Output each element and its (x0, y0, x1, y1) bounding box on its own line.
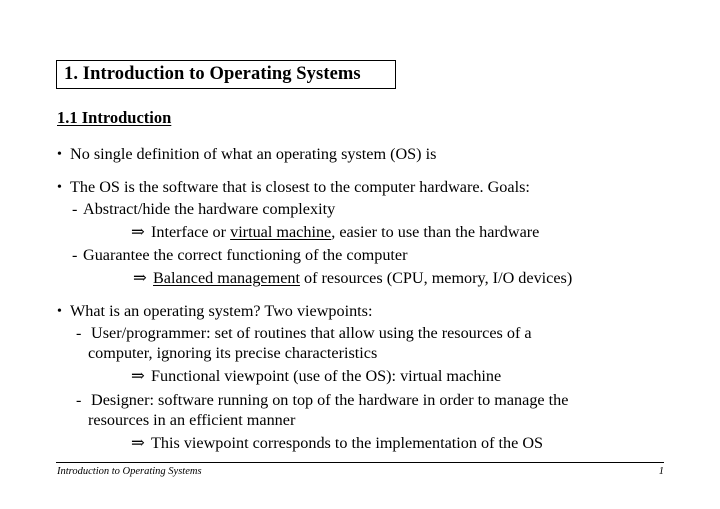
body-line: ⇒ Balanced management of resources (CPU, … (133, 268, 572, 288)
footer-divider (56, 462, 664, 463)
body-text: User/programmer: set of routines that al… (87, 324, 532, 342)
body-line: computer, ignoring its precise character… (88, 343, 377, 363)
dash-icon: - (72, 200, 78, 218)
body-line: • No single definition of what an operati… (57, 144, 436, 165)
emphasized-term: Balanced management (153, 269, 300, 287)
body-text: Functional viewpoint (use of the OS): vi… (151, 367, 502, 385)
page-title: 1. Introduction to Operating Systems (64, 64, 361, 84)
double-arrow-icon: ⇒ (133, 268, 147, 287)
slide-title-box: 1. Introduction to Operating Systems (56, 60, 396, 89)
body-line: ⇒ Interface or virtual machine, easier to… (131, 222, 539, 242)
body-text: of resources (CPU, memory, I/O devices) (299, 269, 573, 287)
body-line: - Designer: software running on top of t… (76, 390, 568, 410)
body-text: No single definition of what an operatin… (70, 145, 437, 163)
body-line: • What is an operating system? Two viewpo… (57, 301, 372, 322)
footer-title: Introduction to Operating Systems (57, 466, 202, 477)
body-text: Interface or (151, 223, 231, 241)
double-arrow-icon: ⇒ (131, 222, 145, 241)
body-text: computer, ignoring its precise character… (88, 344, 378, 362)
body-line: • The OS is the software that is closest … (57, 177, 530, 198)
section-heading: 1.1 Introduction (57, 108, 172, 127)
slide-canvas: 1. Introduction to Operating Systems 1.1… (0, 0, 720, 509)
body-line: - User/programmer: set of routines that … (76, 323, 532, 343)
body-line: ⇒ This viewpoint corresponds to the imple… (131, 433, 543, 453)
dash-icon: - (72, 246, 78, 264)
double-arrow-icon: ⇒ (131, 433, 145, 452)
body-line: - Guarantee the correct functioning of th… (72, 245, 408, 265)
body-line: resources in an efficient manner (88, 410, 295, 430)
body-text: resources in an efficient manner (88, 411, 296, 429)
body-text: Designer: software running on top of the… (87, 391, 569, 409)
body-text: Abstract/hide the hardware complexity (83, 200, 336, 218)
body-text: , easier to use than the hardware (331, 223, 540, 241)
body-line: - Abstract/hide the hardware complexity (72, 199, 335, 219)
footer-page-number: 1 (658, 466, 664, 477)
bullet-icon: • (57, 147, 62, 162)
bullet-icon: • (57, 304, 62, 319)
body-text: This viewpoint corresponds to the implem… (151, 434, 544, 452)
body-line: ⇒ Functional viewpoint (use of the OS): v… (131, 366, 501, 386)
emphasized-term: virtual machine (230, 223, 332, 241)
body-text: The OS is the software that is closest t… (70, 178, 530, 196)
bullet-icon: • (57, 180, 62, 195)
dash-icon: - (76, 391, 82, 409)
body-text: What is an operating system? Two viewpoi… (70, 302, 373, 320)
double-arrow-icon: ⇒ (131, 366, 145, 385)
body-text: Guarantee the correct functioning of the… (83, 246, 408, 264)
dash-icon: - (76, 324, 82, 342)
